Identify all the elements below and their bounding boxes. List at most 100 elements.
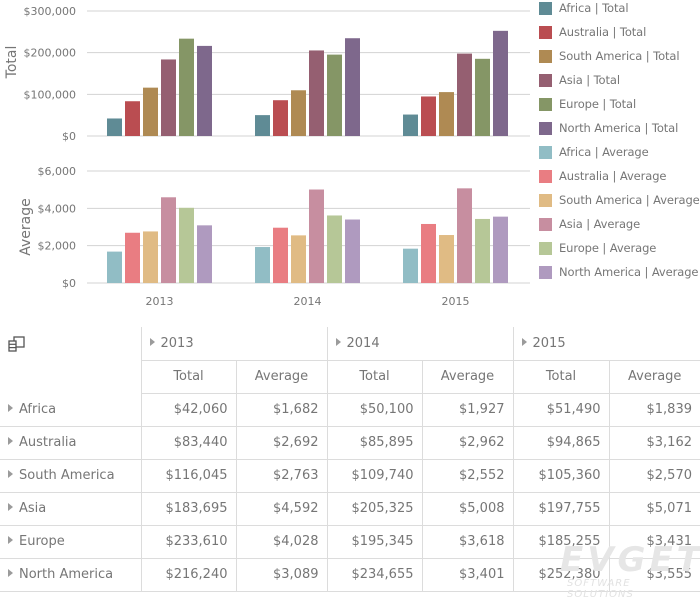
bar — [457, 53, 472, 137]
table-row: Asia $183,695 $4,592 $205,325 $5,008 $197,755… — [0, 491, 700, 526]
y-tick-label: $100,000 — [24, 88, 77, 101]
data-cell: $51,490 — [512, 393, 610, 427]
data-cell: $197,755 — [512, 491, 610, 526]
row-header[interactable]: Europe — [0, 524, 142, 559]
legend-swatch — [539, 73, 552, 87]
y-tick-label: $4,000 — [38, 202, 77, 215]
legend-swatch — [539, 97, 552, 111]
data-cell: $1,839 — [608, 393, 700, 427]
legend-item[interactable]: Australia | Total — [539, 24, 646, 40]
legend-item[interactable]: Australia | Average — [539, 168, 666, 184]
expand-arrow-icon[interactable] — [8, 536, 13, 544]
data-cell: $105,360 — [512, 458, 610, 493]
pivot-grid: 2013 2014 2015 Total Average Total Avera… — [0, 327, 700, 592]
bar — [421, 96, 436, 136]
y-tick-label: $0 — [62, 277, 76, 290]
row-header[interactable]: Asia — [0, 491, 142, 526]
expand-arrow-icon[interactable] — [8, 437, 13, 445]
bar — [125, 101, 140, 136]
expand-arrow-icon[interactable] — [8, 503, 13, 511]
legend-item[interactable]: Asia | Average — [539, 216, 640, 232]
legend-label: South America | Average — [559, 193, 700, 207]
table-row: Africa $42,060 $1,682 $50,100 $1,927 $51,490 $… — [0, 393, 700, 427]
row-header[interactable]: Australia — [0, 425, 142, 460]
measure-header-total: Total — [512, 359, 610, 394]
table-row: North America $216,240 $3,089 $234,655 $3,40… — [0, 557, 700, 592]
data-cell: $42,060 — [140, 393, 237, 427]
data-cell: $85,895 — [326, 425, 423, 460]
legend-item[interactable]: North America | Total — [539, 120, 678, 136]
legend-item[interactable]: South America | Average — [539, 192, 700, 208]
y-axis-title: Average — [18, 198, 34, 256]
expand-arrow-icon[interactable] — [149, 337, 155, 346]
legend-item[interactable]: Europe | Total — [539, 96, 636, 112]
row-header[interactable]: North America — [0, 557, 142, 592]
bar — [493, 30, 508, 136]
bar — [475, 58, 490, 136]
legend-label: North America | Total — [559, 121, 679, 135]
bar — [309, 189, 324, 283]
legend-swatch — [539, 169, 552, 183]
bar — [143, 231, 158, 283]
data-cell: $3,618 — [421, 524, 514, 559]
data-cell: $205,325 — [326, 491, 423, 526]
legend-swatch — [539, 121, 552, 135]
bar — [179, 38, 194, 136]
bar — [197, 45, 212, 136]
legend-swatch — [539, 217, 552, 231]
x-tick-label: 2015 — [442, 295, 470, 308]
legend-item[interactable]: Africa | Average — [539, 144, 649, 160]
legend-item[interactable]: North America | Average — [539, 264, 698, 280]
data-cell: $216,240 — [140, 557, 237, 592]
bar — [421, 223, 436, 283]
bar — [291, 90, 306, 136]
bar — [273, 100, 288, 136]
bar — [161, 59, 176, 136]
bar — [345, 219, 360, 283]
legend-item[interactable]: Europe | Average — [539, 240, 656, 256]
data-cell: $109,740 — [326, 458, 423, 493]
data-cell: $5,071 — [608, 491, 700, 526]
bar — [309, 50, 324, 136]
expand-arrow-icon[interactable] — [8, 569, 13, 577]
data-cell: $2,763 — [235, 458, 328, 493]
bar — [327, 215, 342, 283]
legend-item[interactable]: Africa | Total — [539, 0, 629, 16]
data-cell: $2,570 — [608, 458, 700, 493]
y-tick-label: $300,000 — [24, 5, 77, 18]
bar — [255, 247, 270, 283]
measure-header-average: Average — [421, 359, 514, 394]
data-cell: $3,162 — [608, 425, 700, 460]
column-header-2014[interactable]: 2014 — [326, 327, 514, 361]
legend-label: Europe | Average — [559, 241, 657, 255]
expand-arrow-icon[interactable] — [8, 403, 13, 412]
legend-item[interactable]: Asia | Total — [539, 72, 620, 88]
grid-corner — [0, 327, 142, 393]
row-header[interactable]: Africa — [0, 393, 142, 427]
bar — [161, 197, 176, 283]
data-cell: $4,592 — [235, 491, 328, 526]
legend-item[interactable]: South America | Total — [539, 48, 680, 64]
data-cell: $4,028 — [235, 524, 328, 559]
y-tick-label: $6,000 — [38, 165, 77, 178]
data-cell: $3,431 — [608, 524, 700, 559]
expand-arrow-icon[interactable] — [335, 337, 341, 346]
expand-arrow-icon[interactable] — [521, 337, 527, 346]
y-axis-title: Total — [4, 46, 20, 80]
row-header-label: North America — [19, 567, 114, 582]
bar — [439, 235, 454, 283]
row-header[interactable]: South America — [0, 458, 142, 493]
data-cell: $1,682 — [235, 393, 328, 427]
bar — [345, 38, 360, 137]
column-header-2015[interactable]: 2015 — [512, 327, 700, 361]
y-tick-label: $2,000 — [38, 240, 77, 253]
x-tick-label: 2013 — [146, 295, 174, 308]
table-row: Australia $83,440 $2,692 $85,895 $2,962 $94,8… — [0, 425, 700, 460]
measure-header-total: Total — [326, 359, 423, 394]
row-header-label: Asia — [19, 501, 47, 516]
expand-arrow-icon[interactable] — [8, 470, 13, 478]
bar — [291, 235, 306, 283]
column-header-2013[interactable]: 2013 — [140, 327, 328, 361]
field-chooser-icon[interactable] — [8, 336, 26, 356]
data-cell: $50,100 — [326, 393, 423, 427]
